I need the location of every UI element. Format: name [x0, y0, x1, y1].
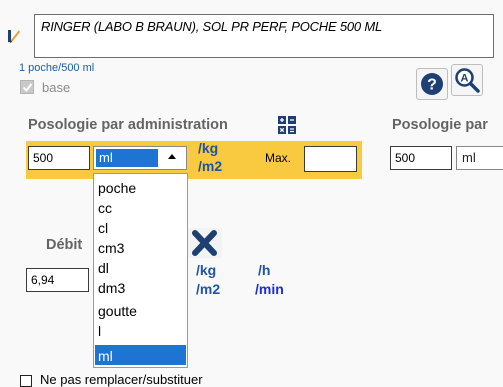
- unit-option[interactable]: dl: [95, 257, 186, 277]
- svg-text:A: A: [461, 73, 469, 85]
- unit-option[interactable]: goutte: [95, 300, 186, 320]
- dose-per-m2: /m2: [198, 158, 223, 174]
- unit-select-right[interactable]: ml: [456, 146, 503, 170]
- dose-input-right[interactable]: 500: [390, 146, 452, 170]
- presentation-caption: 1 poche/500 ml: [19, 62, 95, 74]
- posology-title: Posologie par administration: [28, 117, 228, 133]
- pencil-icon[interactable]: [8, 24, 20, 44]
- debit-label: Débit: [46, 237, 83, 253]
- unit-select-value: ml: [96, 149, 158, 167]
- unit-option[interactable]: poche: [95, 177, 186, 197]
- help-icon: ?: [421, 73, 443, 95]
- search-button[interactable]: A: [451, 64, 483, 96]
- unit-select[interactable]: ml: [93, 146, 187, 170]
- no-substitution-checkbox[interactable]: [20, 375, 32, 387]
- posology-title-right: Posologie par: [392, 117, 488, 133]
- product-name-field[interactable]: RINGER (LABO B BRAUN), SOL PR PERF, POCH…: [34, 14, 494, 58]
- svg-text:?: ?: [427, 77, 437, 94]
- unit-option[interactable]: l: [95, 320, 186, 340]
- base-checkbox[interactable]: [20, 80, 34, 94]
- dose-input[interactable]: 500: [28, 146, 90, 170]
- debit-input[interactable]: 6,94: [26, 268, 89, 292]
- base-label: base: [42, 80, 71, 95]
- dose-per-kg: /kg: [198, 140, 219, 156]
- close-icon: [188, 228, 222, 258]
- debit-per-hour[interactable]: /h: [258, 262, 270, 278]
- no-substitution-label: Ne pas remplacer/substituer: [40, 372, 203, 387]
- calculator-icon[interactable]: [278, 116, 296, 139]
- unit-dropdown-list: poche cc cl cm3 dl dm3 goutte l ml: [93, 173, 188, 368]
- product-name: RINGER (LABO B BRAUN), SOL PR PERF, POCH…: [41, 19, 383, 34]
- caret-up-icon[interactable]: [168, 154, 176, 159]
- unit-option-selected[interactable]: ml: [95, 345, 186, 365]
- unit-option[interactable]: cc: [95, 197, 186, 217]
- debit-per-m2: /m2: [196, 281, 221, 297]
- close-button[interactable]: [186, 228, 226, 258]
- max-label: Max.: [265, 151, 292, 165]
- debit-per-kg: /kg: [196, 262, 217, 278]
- max-input[interactable]: [304, 146, 357, 172]
- debit-per-minute[interactable]: /min: [255, 281, 284, 297]
- search-icon: A: [455, 68, 480, 93]
- unit-option[interactable]: dm3: [95, 277, 186, 297]
- unit-option[interactable]: cl: [95, 217, 186, 237]
- unit-option[interactable]: cm3: [95, 237, 186, 257]
- help-button[interactable]: ?: [416, 68, 448, 100]
